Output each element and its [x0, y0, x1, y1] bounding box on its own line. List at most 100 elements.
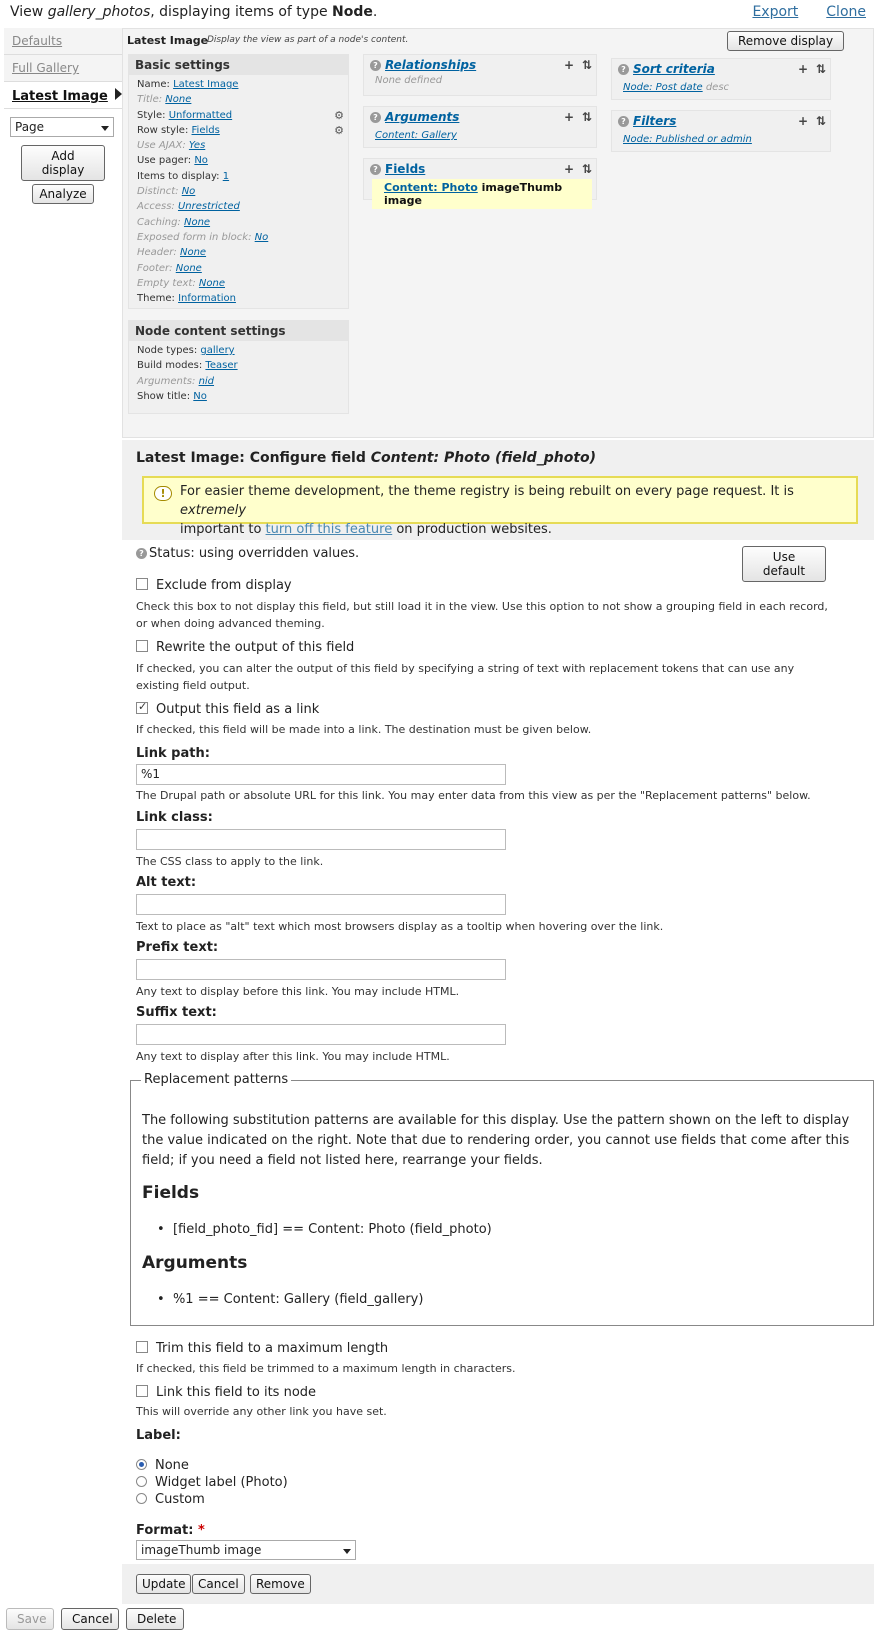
help-icon[interactable]: ?: [618, 116, 629, 127]
radio-none[interactable]: [136, 1459, 147, 1470]
setting-use-pager: Use pager: No: [137, 155, 208, 167]
display-panel: Latest Image Display the view as part of…: [122, 28, 874, 438]
label-radio-none[interactable]: None: [136, 1458, 189, 1473]
radio-custom[interactable]: [136, 1493, 147, 1504]
radio-widget[interactable]: [136, 1476, 147, 1487]
tab-defaults[interactable]: Defaults: [4, 28, 122, 55]
rewrite-option: Rewrite the output of this field: [136, 640, 354, 655]
trim-checkbox[interactable]: [136, 1341, 148, 1353]
link-path-label: Link path:: [136, 746, 210, 761]
relationships-title[interactable]: Relationships: [385, 58, 476, 72]
add-icon[interactable]: +: [564, 110, 574, 124]
remove-field-button[interactable]: Remove: [250, 1574, 311, 1594]
link-node-checkbox[interactable]: [136, 1385, 148, 1397]
display-type-select[interactable]: Page: [10, 117, 114, 137]
view-name: gallery_photos: [47, 4, 151, 20]
node-content-settings-box: Node content settings Node types: galler…: [128, 320, 349, 414]
exclude-description: Check this box to not display this field…: [136, 600, 828, 630]
update-button[interactable]: Update: [136, 1574, 192, 1594]
filter-item[interactable]: Node: Published or admin: [623, 134, 752, 145]
patterns-field-item: • [field_photo_fid] == Content: Photo (f…: [157, 1222, 492, 1237]
setting-name: Name: Latest Image: [137, 79, 239, 90]
patterns-fields-heading: Fields: [142, 1183, 200, 1203]
setting-access: Access: Unrestricted: [137, 201, 240, 213]
prefix-text-input[interactable]: [136, 959, 506, 980]
basic-settings-box: Basic settings Name: Latest Image Title:…: [128, 54, 349, 309]
add-icon[interactable]: +: [798, 114, 808, 128]
link-node-description: This will override any other link you ha…: [136, 1405, 387, 1418]
analyze-button[interactable]: Analyze: [32, 184, 94, 204]
sort-criteria-box: ? Sort criteria + ⇅ Node: Post date desc: [611, 58, 831, 100]
cancel-button[interactable]: Cancel: [61, 1608, 119, 1630]
help-icon[interactable]: ?: [370, 164, 381, 175]
label-radio-custom[interactable]: Custom: [136, 1492, 205, 1507]
relationships-box: ? Relationships + ⇅ None defined: [363, 54, 597, 96]
turn-off-feature-link[interactable]: turn off this feature: [266, 522, 393, 537]
remove-display-button[interactable]: Remove display: [727, 31, 845, 51]
sort-criteria-title[interactable]: Sort criteria: [633, 62, 715, 76]
exclude-option: Exclude from display: [136, 578, 292, 593]
link-node-option: Link this field to its node: [136, 1385, 316, 1400]
rearrange-icon[interactable]: ⇅: [582, 162, 592, 176]
suffix-text-input[interactable]: [136, 1024, 506, 1045]
fields-title[interactable]: Fields: [385, 162, 425, 176]
rearrange-icon[interactable]: ⇅: [582, 110, 592, 124]
replacement-patterns-legend: Replacement patterns: [141, 1072, 292, 1087]
relationships-empty: None defined: [375, 75, 443, 86]
arguments-title[interactable]: Arguments: [385, 110, 459, 124]
rewrite-description: If checked, you can alter the output of …: [136, 662, 795, 692]
argument-item[interactable]: Content: Gallery: [375, 130, 457, 141]
display-title: Latest Image: [127, 34, 209, 47]
help-icon[interactable]: ?: [370, 60, 381, 71]
alt-text-description: Text to place as "alt" text which most b…: [136, 920, 664, 933]
add-icon[interactable]: +: [564, 58, 574, 72]
clone-link[interactable]: Clone: [826, 4, 866, 20]
label-radio-widget[interactable]: Widget label (Photo): [136, 1475, 288, 1490]
use-default-button[interactable]: Use default: [742, 546, 826, 582]
view-title: View gallery_photos, displaying items of…: [10, 4, 378, 20]
setting-distinct: Distinct: No: [137, 186, 196, 198]
format-select[interactable]: imageThumb image: [136, 1540, 356, 1560]
rearrange-icon[interactable]: ⇅: [816, 62, 826, 76]
filters-title[interactable]: Filters: [633, 114, 676, 128]
setting-build-modes: Build modes: Teaser: [137, 360, 238, 372]
delete-button[interactable]: Delete: [126, 1608, 184, 1630]
link-description: If checked, this field will be made into…: [136, 723, 592, 736]
add-icon[interactable]: +: [564, 162, 574, 176]
gear-icon[interactable]: ⚙: [334, 124, 344, 138]
rewrite-checkbox[interactable]: [136, 640, 148, 652]
rearrange-icon[interactable]: ⇅: [582, 58, 592, 72]
tab-full-gallery[interactable]: Full Gallery: [4, 55, 122, 82]
add-display-button[interactable]: Add display: [21, 145, 105, 181]
setting-caching: Caching: None: [137, 216, 211, 228]
view-type: Node: [332, 4, 373, 20]
gear-icon[interactable]: ⚙: [334, 109, 344, 123]
save-button[interactable]: Save: [6, 1608, 54, 1630]
required-marker: *: [197, 1523, 205, 1538]
setting-style: Style: Unformatted ⚙: [137, 108, 344, 123]
patterns-arguments-heading: Arguments: [142, 1253, 248, 1273]
link-class-label: Link class:: [136, 810, 213, 825]
cancel-field-button[interactable]: Cancel: [192, 1574, 245, 1594]
fields-box: ? Fields + ⇅ Content: Photo imageThumb ima…: [363, 158, 597, 209]
exclude-checkbox[interactable]: [136, 578, 148, 590]
setting-use-ajax: Use AJAX: Yes: [137, 140, 206, 152]
patterns-description: The following substitution patterns are …: [142, 1113, 850, 1168]
export-link[interactable]: Export: [752, 4, 798, 20]
output-link-checkbox[interactable]: [136, 700, 148, 714]
replacement-patterns-fieldset: Replacement patterns The following subst…: [130, 1072, 874, 1326]
link-class-input[interactable]: [136, 829, 506, 850]
suffix-text-label: Suffix text:: [136, 1005, 217, 1020]
field-item-active[interactable]: Content: Photo imageThumb image: [372, 179, 592, 209]
setting-show-title: Show title: No: [137, 390, 207, 402]
add-icon[interactable]: +: [798, 62, 808, 76]
rearrange-icon[interactable]: ⇅: [816, 114, 826, 128]
tab-latest-image[interactable]: Latest Image: [4, 82, 122, 109]
setting-title: Title: None: [137, 94, 192, 106]
link-path-input[interactable]: %1: [136, 764, 506, 785]
help-icon[interactable]: ?: [370, 112, 381, 123]
sort-item[interactable]: Node: Post date: [623, 82, 703, 93]
alt-text-input[interactable]: [136, 894, 506, 915]
help-icon[interactable]: ?: [618, 64, 629, 75]
chevron-down-icon: [101, 126, 109, 131]
